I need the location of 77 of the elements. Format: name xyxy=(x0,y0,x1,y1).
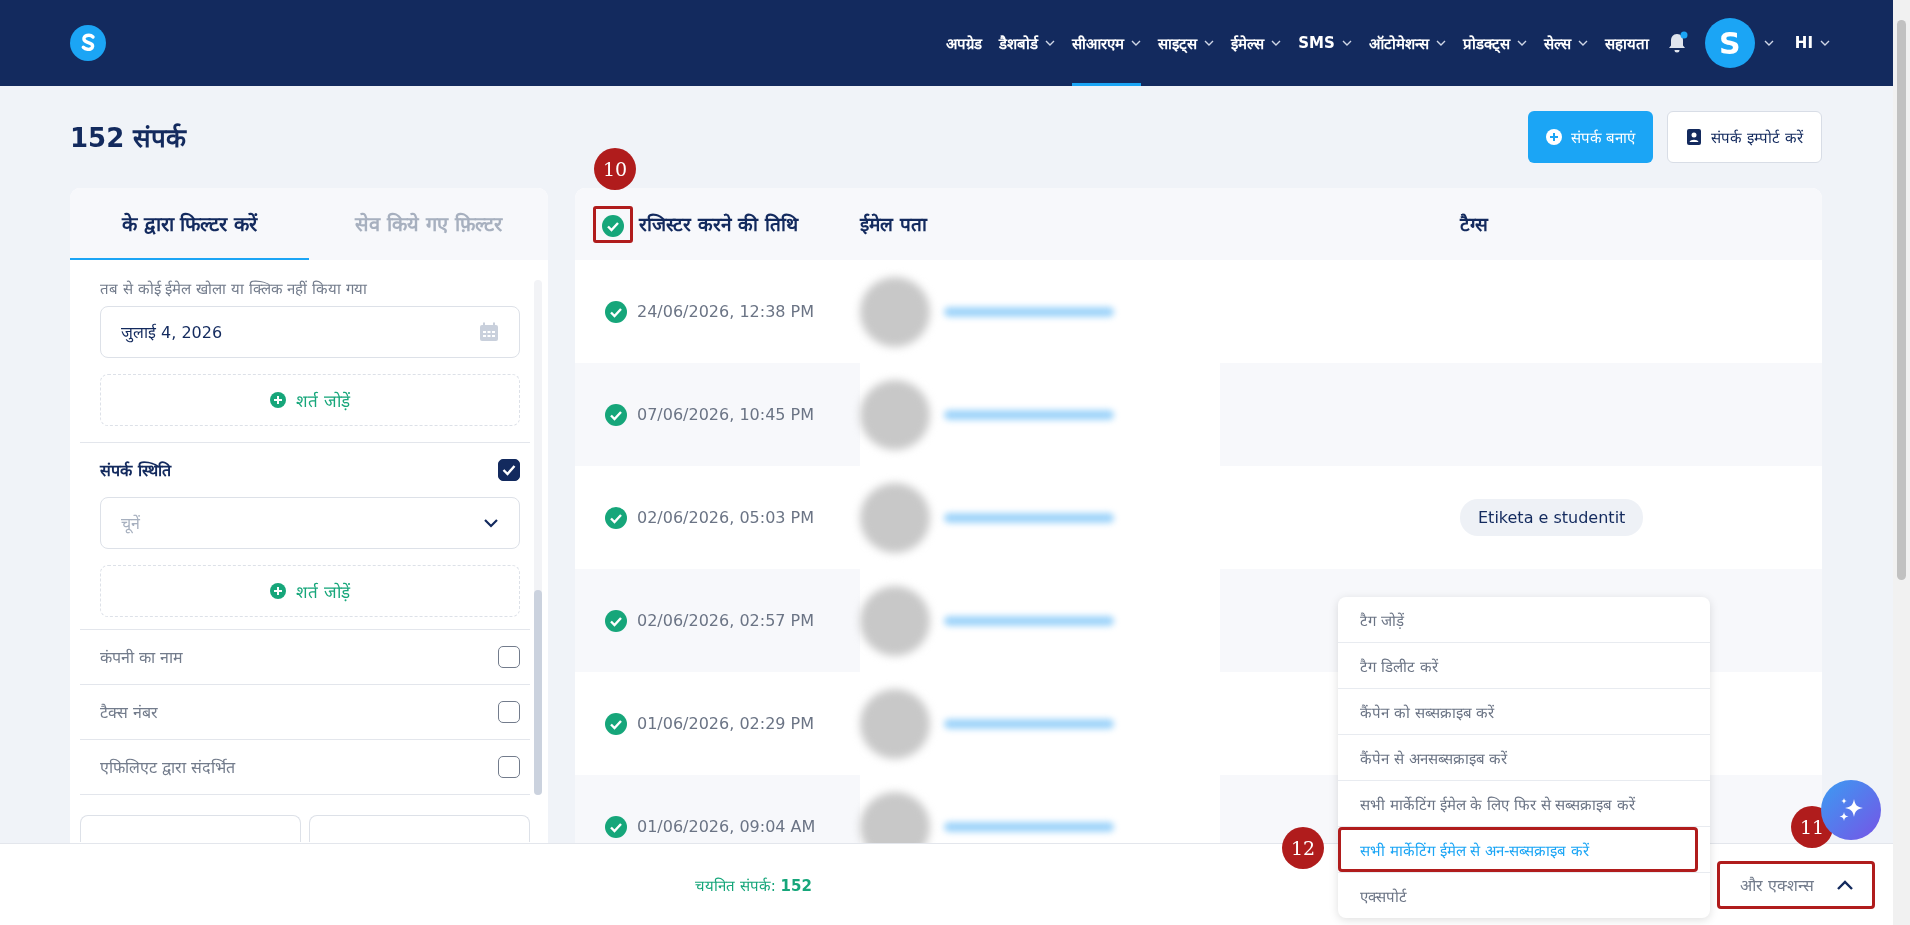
language-selector[interactable]: HI xyxy=(1794,0,1830,86)
scrollbar-thumb[interactable] xyxy=(1897,20,1906,580)
checkbox[interactable] xyxy=(498,701,520,723)
filter-field-label: एफिलिएट द्वारा संदर्भित xyxy=(100,757,236,778)
avatar-placeholder xyxy=(860,585,930,656)
plus-icon xyxy=(1545,129,1562,145)
date-field[interactable]: जुलाई 4, 2026 xyxy=(100,306,520,358)
nav-menu-item[interactable]: सीआरएम xyxy=(1072,0,1142,86)
ai-assistant-button[interactable] xyxy=(1821,780,1881,840)
menu-item[interactable]: टैग डिलीट करें xyxy=(1338,643,1710,688)
caret-icon[interactable] xyxy=(1820,40,1830,46)
plus-icon xyxy=(270,583,287,599)
menu-item[interactable]: कैंपेन से अनसब्सक्राइब करें xyxy=(1338,735,1710,780)
chevron-up-icon xyxy=(1836,879,1854,891)
nav-menu-item[interactable]: सहायता xyxy=(1604,0,1649,86)
filter-field-label: टैक्स नंबर xyxy=(100,702,159,723)
filter-label: तब से कोई ईमेल खोला या क्लिक नहीं किया गया xyxy=(100,279,368,298)
nav-menu-item[interactable]: प्रोडक्ट्स xyxy=(1462,0,1527,86)
row-checkbox[interactable] xyxy=(605,712,627,735)
table-cell: 02/06/2026, 05:03 PM xyxy=(637,508,815,527)
row-checkbox[interactable] xyxy=(605,815,627,838)
nav-menu-item[interactable]: ऑटोमेशन्स xyxy=(1368,0,1446,86)
table-cell: 07/06/2026, 10:45 PM xyxy=(637,405,815,424)
caret-icon[interactable] xyxy=(1271,40,1282,46)
avatar-placeholder xyxy=(860,791,930,843)
nav-menu-item[interactable]: सेल्स xyxy=(1543,0,1588,86)
page-title: 152 संपर्क xyxy=(70,122,187,155)
caret-icon[interactable] xyxy=(1435,40,1446,46)
menu-item[interactable]: सभी मार्केटिंग ईमेल के लिए फिर से सब्सक्राइब करें xyxy=(1338,781,1710,826)
column-header: रजिस्टर करने की तिथि xyxy=(639,212,798,237)
nav-menu-item[interactable]: अपग्रेड xyxy=(946,0,983,86)
annotation-badge: 10 xyxy=(594,148,636,190)
caret-icon[interactable] xyxy=(1341,40,1352,46)
logo-icon[interactable] xyxy=(70,25,106,61)
nav-menu-item[interactable]: डैशबोर्ड xyxy=(999,0,1056,86)
import-contacts-button[interactable]: संपर्क इम्पोर्ट करें xyxy=(1667,111,1822,163)
caret-icon[interactable] xyxy=(1577,40,1588,46)
row-checkbox[interactable] xyxy=(605,300,627,323)
checkmark-icon xyxy=(502,464,516,476)
menu-item[interactable]: कैंपेन को सब्सक्राइब करें xyxy=(1338,689,1710,734)
checkbox[interactable] xyxy=(498,646,520,668)
select-all-checkbox[interactable] xyxy=(602,214,624,237)
caret-icon[interactable] xyxy=(1131,40,1142,46)
caret-icon[interactable] xyxy=(1045,40,1056,46)
table-cell: 24/06/2026, 12:38 PM xyxy=(637,302,815,321)
caret-icon[interactable] xyxy=(1204,40,1215,46)
nav-menu-item[interactable]: SMS xyxy=(1298,0,1352,86)
tag-chip: Etiketa e studentit xyxy=(1460,499,1644,536)
table-cell: 01/06/2026, 09:04 AM xyxy=(637,817,816,836)
checkbox[interactable] xyxy=(498,756,520,778)
avatar-placeholder xyxy=(860,276,930,347)
row-checkbox[interactable] xyxy=(605,506,627,529)
selected-count: चयनित संपर्क: 152 xyxy=(695,876,812,895)
nav-menu-item[interactable]: साइट्स xyxy=(1158,0,1215,86)
scrollbar-thumb[interactable] xyxy=(534,590,542,795)
plus-icon xyxy=(270,392,287,408)
checkbox[interactable] xyxy=(498,459,520,481)
contact-card-icon xyxy=(1686,128,1703,146)
column-header: ईमेल पता xyxy=(860,213,927,235)
calendar-icon xyxy=(479,322,499,342)
more-actions-button[interactable]: और एक्शन्स xyxy=(1716,861,1875,909)
column-header: टैग्स xyxy=(1460,213,1488,235)
filter-field-label: कंपनी का नाम xyxy=(100,647,184,668)
avatar-placeholder xyxy=(860,482,930,553)
caret-icon[interactable] xyxy=(1763,40,1774,46)
avatar-placeholder xyxy=(860,688,930,759)
caret-icon[interactable] xyxy=(1516,40,1527,46)
row-checkbox[interactable] xyxy=(605,403,627,426)
row-checkbox[interactable] xyxy=(605,609,627,632)
table-cell: 02/06/2026, 02:57 PM xyxy=(637,611,815,630)
menu-item[interactable]: टैग जोड़ें xyxy=(1338,597,1710,642)
nav-menu-item[interactable]: ईमेल्स xyxy=(1231,0,1282,86)
filter-field-label: संपर्क स्थिति xyxy=(100,460,171,481)
table-cell: 01/06/2026, 02:29 PM xyxy=(637,714,815,733)
avatar-placeholder xyxy=(860,379,930,450)
chevron-down-icon xyxy=(483,518,499,528)
menu-item[interactable]: एक्सपोर्ट xyxy=(1338,873,1710,918)
